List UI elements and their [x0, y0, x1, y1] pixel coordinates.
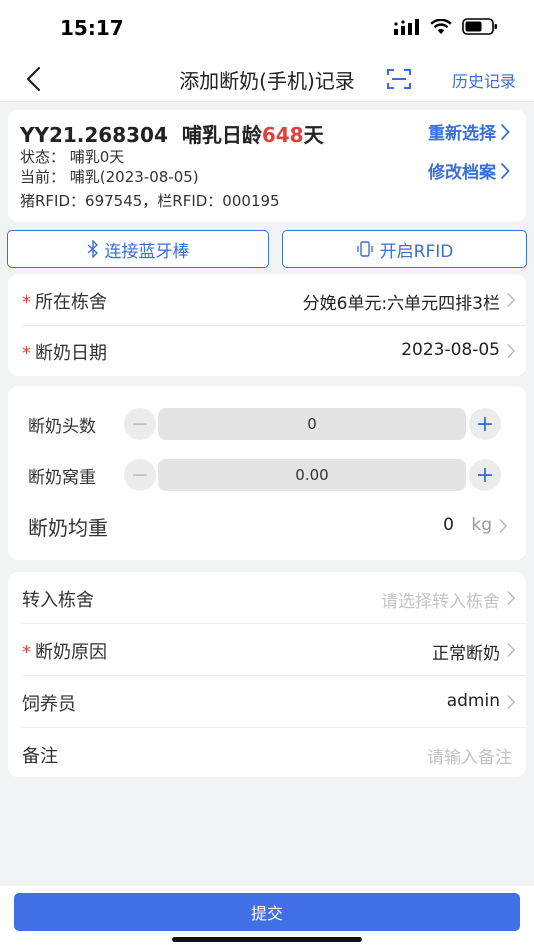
litter-weight-label: 断奶窝重: [28, 468, 96, 488]
barn-row[interactable]: * 所在栋舍 分娩6单元:六单元四排3栏: [8, 274, 526, 325]
transfer-barn-placeholder: 请选择转入栋舍: [381, 592, 500, 612]
details-card: 转入栋舍 请选择转入栋舍 * 断奶原因 正常断奶 饲养员 admin 备注 请输入…: [8, 572, 526, 777]
open-rfid-label: 开启RFID: [379, 241, 454, 262]
age-label: 哺乳日龄: [181, 123, 262, 147]
edit-profile-button[interactable]: 修改档案: [428, 158, 510, 183]
chevron-right-icon: [507, 591, 515, 605]
plus-icon[interactable]: +: [469, 459, 501, 491]
chevron-right-icon: [500, 162, 510, 179]
reselect-label: 重新选择: [428, 124, 496, 144]
connect-bluetooth-button[interactable]: 连接蓝牙棒: [7, 230, 269, 268]
chevron-right-icon: [507, 293, 515, 307]
avg-weight-value: 0: [443, 515, 454, 535]
pig-info-card: YY21.268304 哺乳日龄648天 状态： 哺乳0天 当前： 哺乳(202…: [8, 110, 526, 222]
chevron-right-icon: [507, 695, 515, 709]
wean-date-value: 2023-08-05: [401, 340, 500, 360]
litter-weight-input[interactable]: [158, 459, 466, 491]
wean-head-count-row: 断奶头数 − +: [8, 398, 526, 448]
avg-weight-label: 断奶均重: [28, 516, 108, 540]
remark-row[interactable]: 备注 请输入备注: [8, 728, 526, 779]
history-link[interactable]: 历史记录: [452, 68, 516, 92]
bluetooth-icon: [87, 240, 98, 258]
feeder-row[interactable]: 饲养员 admin: [8, 676, 526, 727]
plus-icon[interactable]: +: [469, 408, 501, 440]
rfid-icon: [356, 241, 373, 257]
minus-icon[interactable]: −: [124, 408, 156, 440]
wifi-icon: [430, 18, 452, 34]
wean-head-count-label: 断奶头数: [28, 417, 96, 437]
wean-reason-row[interactable]: * 断奶原因 正常断奶: [8, 624, 526, 675]
pig-current: 当前： 哺乳(2023-08-05): [20, 168, 199, 186]
nav-bar: 添加断奶(手机)记录 历史记录: [0, 56, 534, 102]
battery-icon: [462, 18, 497, 35]
barn-value: 分娩6单元:六单元四排3栏: [302, 294, 500, 314]
status-time: 15:17: [60, 16, 124, 40]
transfer-barn-label: 转入栋舍: [22, 590, 94, 611]
wean-reason-label: * 断奶原因: [22, 642, 107, 663]
avg-weight-row: 断奶均重 0 kg: [8, 500, 526, 551]
status-bar: 15:17: [0, 0, 534, 56]
remark-label: 备注: [22, 746, 58, 767]
barn-label: * 所在栋舍: [22, 292, 107, 313]
wean-head-count-input[interactable]: [158, 408, 466, 440]
status-icons: [394, 18, 498, 35]
minus-icon[interactable]: −: [124, 459, 156, 491]
pig-status: 状态： 哺乳0天: [20, 148, 125, 166]
remark-input[interactable]: 请输入备注: [427, 743, 512, 768]
connect-bluetooth-label: 连接蓝牙棒: [104, 241, 190, 262]
avg-weight-value-group: 0 kg: [443, 515, 492, 535]
pig-code: YY21.268304: [20, 123, 168, 147]
chevron-right-icon: [507, 344, 515, 358]
feeder-value: admin: [446, 691, 500, 711]
litter-weight-row: 断奶窝重 − +: [8, 449, 526, 499]
edit-profile-label: 修改档案: [428, 163, 496, 183]
home-indicator: [172, 937, 362, 942]
scan-icon[interactable]: [386, 67, 412, 91]
age-value: 648: [261, 123, 304, 147]
location-card: * 所在栋舍 分娩6单元:六单元四排3栏 * 断奶日期 2023-08-05: [8, 274, 526, 376]
chevron-right-icon: [507, 643, 515, 657]
transfer-barn-row[interactable]: 转入栋舍 请选择转入栋舍: [8, 572, 526, 623]
wean-date-label: * 断奶日期: [22, 343, 107, 364]
pig-header: YY21.268304 哺乳日龄648天: [20, 119, 324, 148]
age-unit: 天: [303, 123, 324, 147]
submit-button[interactable]: 提交: [14, 893, 520, 931]
chevron-right-icon: [499, 519, 507, 533]
reselect-button[interactable]: 重新选择: [428, 119, 510, 144]
submit-bar: 提交: [0, 886, 534, 950]
wean-reason-value: 正常断奶: [432, 644, 500, 664]
quantity-card: 断奶头数 − + 断奶窝重 − + 断奶均重 0 kg: [8, 386, 526, 560]
feeder-label: 饲养员: [22, 694, 76, 715]
pig-rfid: 猪RFID：697545，栏RFID：000195: [20, 192, 280, 210]
open-rfid-button[interactable]: 开启RFID: [282, 230, 527, 268]
wean-date-row[interactable]: * 断奶日期 2023-08-05: [8, 325, 526, 376]
avg-weight-unit: kg: [471, 515, 492, 535]
chevron-right-icon: [500, 123, 510, 140]
signal-icon: [394, 18, 419, 35]
